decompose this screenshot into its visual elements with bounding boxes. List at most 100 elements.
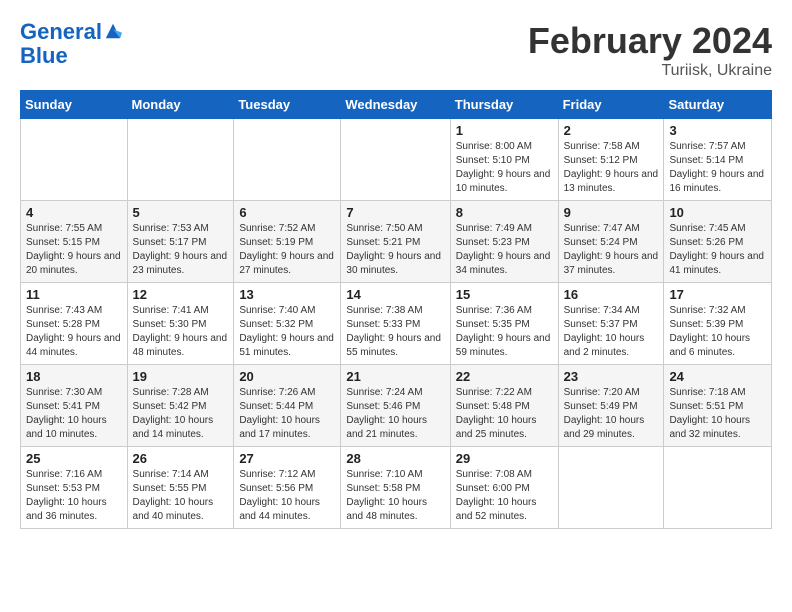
- day-info: Sunrise: 7:41 AM Sunset: 5:30 PM Dayligh…: [133, 304, 229, 360]
- calendar-table: SundayMondayTuesdayWednesdayThursdayFrid…: [20, 90, 772, 529]
- calendar-cell: 11 Sunrise: 7:43 AM Sunset: 5:28 PM Dayli…: [21, 283, 128, 365]
- day-number: 22: [456, 369, 553, 384]
- calendar-cell: 14 Sunrise: 7:38 AM Sunset: 5:33 PM Dayli…: [341, 283, 450, 365]
- day-number: 25: [26, 451, 122, 466]
- day-header-friday: Friday: [558, 91, 664, 119]
- calendar-cell: 17 Sunrise: 7:32 AM Sunset: 5:39 PM Dayli…: [664, 283, 772, 365]
- day-number: 18: [26, 369, 122, 384]
- day-number: 4: [26, 205, 122, 220]
- calendar-cell: [21, 119, 128, 201]
- day-number: 10: [669, 205, 766, 220]
- page-header: General Blue February 2024 Turiisk, Ukra…: [20, 20, 772, 80]
- calendar-cell: 13 Sunrise: 7:40 AM Sunset: 5:32 PM Dayli…: [234, 283, 341, 365]
- location-subtitle: Turiisk, Ukraine: [528, 62, 772, 80]
- day-info: Sunrise: 7:40 AM Sunset: 5:32 PM Dayligh…: [239, 304, 335, 360]
- day-number: 19: [133, 369, 229, 384]
- day-info: Sunrise: 7:32 AM Sunset: 5:39 PM Dayligh…: [669, 304, 766, 360]
- calendar-cell: 2Sunrise: 7:58 AM Sunset: 5:12 PM Daylig…: [558, 119, 664, 201]
- calendar-cell: 5Sunrise: 7:53 AM Sunset: 5:17 PM Daylig…: [127, 201, 234, 283]
- day-info: Sunrise: 7:38 AM Sunset: 5:33 PM Dayligh…: [346, 304, 444, 360]
- day-info: Sunrise: 7:49 AM Sunset: 5:23 PM Dayligh…: [456, 222, 553, 278]
- calendar-week-row: 25 Sunrise: 7:16 AM Sunset: 5:53 PM Dayli…: [21, 447, 772, 529]
- day-info: Sunrise: 7:53 AM Sunset: 5:17 PM Dayligh…: [133, 222, 229, 278]
- title-block: February 2024 Turiisk, Ukraine: [528, 20, 772, 80]
- calendar-cell: 1 Sunrise: 8:00 AM Sunset: 5:10 PM Daylig…: [450, 119, 558, 201]
- day-header-monday: Monday: [127, 91, 234, 119]
- day-info: Sunrise: 7:10 AM Sunset: 5:58 PM Dayligh…: [346, 468, 444, 524]
- day-info: Sunrise: 7:52 AM Sunset: 5:19 PM Dayligh…: [239, 222, 335, 278]
- day-number: 14: [346, 287, 444, 302]
- calendar-cell: [127, 119, 234, 201]
- day-number: 17: [669, 287, 766, 302]
- day-number: 15: [456, 287, 553, 302]
- calendar-cell: 28 Sunrise: 7:10 AM Sunset: 5:58 PM Dayli…: [341, 447, 450, 529]
- day-number: 1: [456, 123, 553, 138]
- logo-text-line1: General: [20, 20, 102, 44]
- day-number: 20: [239, 369, 335, 384]
- day-number: 9: [564, 205, 659, 220]
- day-info: Sunrise: 7:57 AM Sunset: 5:14 PM Dayligh…: [669, 140, 766, 196]
- day-header-saturday: Saturday: [664, 91, 772, 119]
- calendar-header-row: SundayMondayTuesdayWednesdayThursdayFrid…: [21, 91, 772, 119]
- calendar-cell: 9 Sunrise: 7:47 AM Sunset: 5:24 PM Daylig…: [558, 201, 664, 283]
- calendar-week-row: 18 Sunrise: 7:30 AM Sunset: 5:41 PM Dayli…: [21, 365, 772, 447]
- calendar-cell: 7 Sunrise: 7:50 AM Sunset: 5:21 PM Daylig…: [341, 201, 450, 283]
- day-info: Sunrise: 7:08 AM Sunset: 6:00 PM Dayligh…: [456, 468, 553, 524]
- day-info: Sunrise: 7:47 AM Sunset: 5:24 PM Dayligh…: [564, 222, 659, 278]
- calendar-cell: 10 Sunrise: 7:45 AM Sunset: 5:26 PM Dayli…: [664, 201, 772, 283]
- day-number: 13: [239, 287, 335, 302]
- day-info: Sunrise: 7:50 AM Sunset: 5:21 PM Dayligh…: [346, 222, 444, 278]
- day-header-tuesday: Tuesday: [234, 91, 341, 119]
- calendar-week-row: 11 Sunrise: 7:43 AM Sunset: 5:28 PM Dayli…: [21, 283, 772, 365]
- day-info: Sunrise: 7:43 AM Sunset: 5:28 PM Dayligh…: [26, 304, 122, 360]
- calendar-week-row: 4 Sunrise: 7:55 AM Sunset: 5:15 PM Daylig…: [21, 201, 772, 283]
- day-info: Sunrise: 7:28 AM Sunset: 5:42 PM Dayligh…: [133, 386, 229, 442]
- day-number: 3: [669, 123, 766, 138]
- calendar-cell: 15Sunrise: 7:36 AM Sunset: 5:35 PM Dayli…: [450, 283, 558, 365]
- calendar-cell: 6Sunrise: 7:52 AM Sunset: 5:19 PM Daylig…: [234, 201, 341, 283]
- day-info: Sunrise: 7:20 AM Sunset: 5:49 PM Dayligh…: [564, 386, 659, 442]
- day-number: 27: [239, 451, 335, 466]
- day-info: Sunrise: 8:00 AM Sunset: 5:10 PM Dayligh…: [456, 140, 553, 196]
- day-info: Sunrise: 7:55 AM Sunset: 5:15 PM Dayligh…: [26, 222, 122, 278]
- day-number: 7: [346, 205, 444, 220]
- calendar-cell: 22 Sunrise: 7:22 AM Sunset: 5:48 PM Dayli…: [450, 365, 558, 447]
- calendar-cell: 12 Sunrise: 7:41 AM Sunset: 5:30 PM Dayli…: [127, 283, 234, 365]
- month-title: February 2024: [528, 20, 772, 62]
- calendar-cell: 26Sunrise: 7:14 AM Sunset: 5:55 PM Dayli…: [127, 447, 234, 529]
- calendar-cell: 23 Sunrise: 7:20 AM Sunset: 5:49 PM Dayli…: [558, 365, 664, 447]
- calendar-cell: 18 Sunrise: 7:30 AM Sunset: 5:41 PM Dayli…: [21, 365, 128, 447]
- day-info: Sunrise: 7:16 AM Sunset: 5:53 PM Dayligh…: [26, 468, 122, 524]
- calendar-cell: 25 Sunrise: 7:16 AM Sunset: 5:53 PM Dayli…: [21, 447, 128, 529]
- calendar-cell: 24Sunrise: 7:18 AM Sunset: 5:51 PM Dayli…: [664, 365, 772, 447]
- calendar-week-row: 1 Sunrise: 8:00 AM Sunset: 5:10 PM Daylig…: [21, 119, 772, 201]
- day-info: Sunrise: 7:22 AM Sunset: 5:48 PM Dayligh…: [456, 386, 553, 442]
- day-number: 16: [564, 287, 659, 302]
- day-number: 21: [346, 369, 444, 384]
- day-number: 8: [456, 205, 553, 220]
- calendar-cell: 3 Sunrise: 7:57 AM Sunset: 5:14 PM Daylig…: [664, 119, 772, 201]
- day-number: 23: [564, 369, 659, 384]
- day-number: 11: [26, 287, 122, 302]
- day-info: Sunrise: 7:45 AM Sunset: 5:26 PM Dayligh…: [669, 222, 766, 278]
- day-number: 29: [456, 451, 553, 466]
- day-info: Sunrise: 7:30 AM Sunset: 5:41 PM Dayligh…: [26, 386, 122, 442]
- calendar-cell: 20Sunrise: 7:26 AM Sunset: 5:44 PM Dayli…: [234, 365, 341, 447]
- calendar-cell: [664, 447, 772, 529]
- day-number: 12: [133, 287, 229, 302]
- logo: General Blue: [20, 20, 122, 68]
- day-header-sunday: Sunday: [21, 91, 128, 119]
- day-info: Sunrise: 7:24 AM Sunset: 5:46 PM Dayligh…: [346, 386, 444, 442]
- day-number: 28: [346, 451, 444, 466]
- day-info: Sunrise: 7:58 AM Sunset: 5:12 PM Dayligh…: [564, 140, 659, 196]
- logo-icon: [104, 22, 122, 40]
- calendar-cell: 19 Sunrise: 7:28 AM Sunset: 5:42 PM Dayli…: [127, 365, 234, 447]
- calendar-cell: 27Sunrise: 7:12 AM Sunset: 5:56 PM Dayli…: [234, 447, 341, 529]
- logo-text-line2: Blue: [20, 44, 122, 68]
- day-info: Sunrise: 7:34 AM Sunset: 5:37 PM Dayligh…: [564, 304, 659, 360]
- day-info: Sunrise: 7:14 AM Sunset: 5:55 PM Dayligh…: [133, 468, 229, 524]
- day-number: 24: [669, 369, 766, 384]
- calendar-cell: 16 Sunrise: 7:34 AM Sunset: 5:37 PM Dayli…: [558, 283, 664, 365]
- day-header-thursday: Thursday: [450, 91, 558, 119]
- calendar-cell: 21 Sunrise: 7:24 AM Sunset: 5:46 PM Dayli…: [341, 365, 450, 447]
